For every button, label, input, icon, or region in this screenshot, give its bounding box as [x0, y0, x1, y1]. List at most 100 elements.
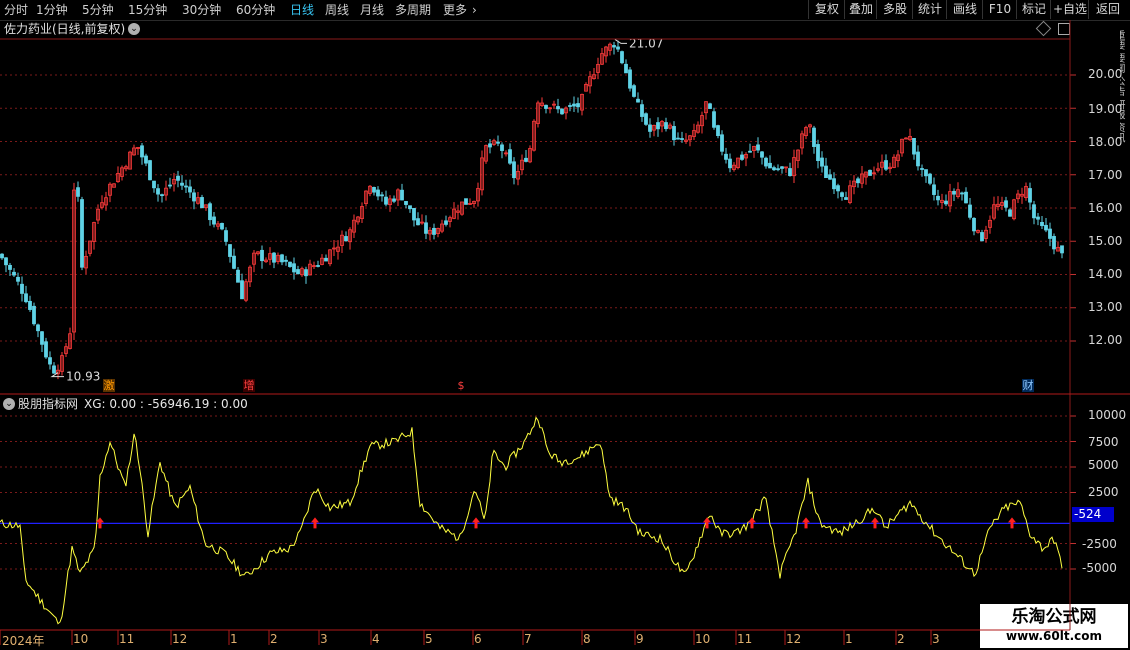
candle-body — [664, 122, 668, 130]
candle-body — [176, 175, 180, 181]
candle-body — [708, 103, 712, 109]
candle-body — [380, 194, 384, 197]
candle-body — [1032, 204, 1036, 219]
candle-body — [260, 249, 264, 262]
candle-body — [232, 255, 236, 269]
candle-body — [464, 198, 468, 205]
candle-body — [672, 126, 676, 141]
candle-body — [240, 280, 244, 300]
candle-body — [400, 189, 404, 201]
candle-body — [912, 138, 916, 155]
candle-body — [184, 185, 188, 188]
candle-body — [560, 108, 564, 115]
candle-body — [856, 178, 860, 184]
candle-body — [24, 293, 28, 303]
candle-body — [8, 264, 12, 270]
candle-body — [28, 300, 32, 310]
candle-body — [524, 157, 528, 162]
candle-body — [716, 125, 720, 136]
candle-body — [228, 244, 232, 257]
candle-body — [236, 269, 240, 283]
candle-body — [424, 222, 428, 234]
candle-body — [432, 227, 436, 235]
candle-body — [648, 124, 652, 132]
candle-body — [740, 154, 744, 160]
candle-body — [616, 46, 620, 50]
candle-body — [376, 189, 380, 197]
candle-body — [384, 196, 388, 205]
candle-body — [1048, 228, 1052, 239]
candle-body — [304, 269, 308, 277]
candle-body — [208, 203, 212, 221]
candle-body — [40, 331, 44, 345]
candle-body — [392, 198, 396, 202]
candle-body — [840, 192, 844, 197]
candle-body — [324, 257, 328, 262]
candle-body — [12, 271, 16, 276]
indicator-line — [0, 416, 1063, 625]
high-marker — [614, 39, 627, 44]
candle-body — [160, 194, 164, 197]
candle-body — [168, 184, 172, 187]
candle-body — [192, 192, 196, 202]
candle-body — [156, 188, 160, 195]
low-price-label: 10.93 — [66, 370, 100, 384]
candle-body — [780, 166, 784, 169]
candle-body — [816, 144, 820, 161]
candle-body — [572, 103, 576, 107]
candle-body — [916, 151, 920, 167]
candle-body — [52, 365, 56, 374]
candle-body — [656, 122, 660, 130]
candle-body — [152, 180, 156, 189]
candle-body — [292, 263, 296, 273]
candle-body — [1028, 188, 1032, 203]
candle-body — [932, 184, 936, 195]
candle-body — [48, 357, 52, 365]
candle-body — [508, 149, 512, 164]
candle-body — [1052, 236, 1056, 250]
candle-body — [44, 341, 48, 358]
candle-body — [640, 104, 644, 117]
candle-body — [972, 217, 976, 232]
candle-body — [444, 220, 448, 225]
candle-body — [812, 127, 816, 147]
candle-body — [624, 63, 628, 74]
candle-body — [80, 199, 84, 268]
candle-body — [496, 141, 500, 144]
candle-body — [884, 160, 888, 170]
candle-body — [412, 207, 416, 221]
candle-body — [924, 169, 928, 177]
stock-chart-canvas[interactable]: 21.0710.93 — [0, 0, 1130, 650]
candle-body — [0, 253, 4, 259]
candle-body — [272, 252, 276, 263]
candle-body — [612, 45, 616, 48]
candle-body — [820, 157, 824, 167]
candle-body — [632, 85, 636, 97]
candle-body — [620, 51, 624, 64]
candle-body — [628, 69, 632, 89]
candle-body — [1036, 216, 1040, 220]
candle-body — [788, 168, 792, 177]
candle-body — [720, 134, 724, 152]
candle-body — [680, 138, 684, 140]
candle-body — [636, 98, 640, 103]
candle-body — [16, 276, 20, 282]
candle-body — [140, 145, 144, 158]
candle-body — [832, 178, 836, 190]
candle-body — [544, 104, 548, 109]
candle-body — [644, 113, 648, 125]
candle-body — [944, 200, 948, 205]
candle-body — [928, 173, 932, 184]
candle-body — [180, 182, 184, 186]
candle-body — [1060, 245, 1064, 254]
candle-body — [828, 174, 832, 180]
candle-body — [188, 186, 192, 193]
candle-body — [756, 144, 760, 151]
candle-body — [288, 261, 292, 267]
candle-body — [224, 230, 228, 242]
candle-body — [760, 151, 764, 158]
candle-body — [920, 168, 924, 170]
candle-body — [280, 254, 284, 263]
candle-body — [952, 190, 956, 195]
candle-body — [284, 259, 288, 262]
